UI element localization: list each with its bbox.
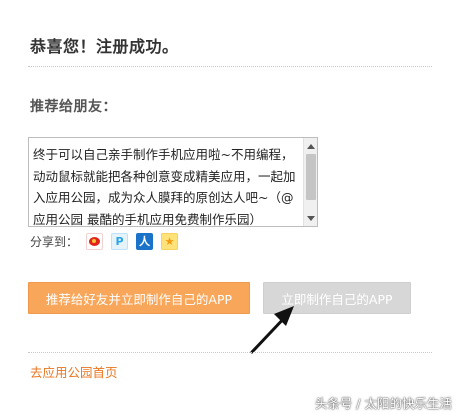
home-link[interactable]: 去应用公园首页 [30,362,118,381]
renren-icon[interactable]: 人 [136,232,154,250]
page-title: 恭喜您！注册成功。 [30,37,179,56]
share-row: 分享到： P 人 ★ [30,232,186,250]
share-label: 分享到： [30,234,79,249]
scroll-up-icon[interactable] [304,140,317,152]
recommend-title: 推荐给朋友： [30,99,117,115]
share-message-textarea[interactable]: 终于可以自己亲手制作手机应用啦~不用编程，动动鼠标就能把各种创意变成精美应用，一… [28,137,318,227]
top-divider [28,66,432,67]
weibo-icon[interactable] [86,232,104,250]
bottom-divider [28,352,432,353]
recommend-and-create-button[interactable]: 推荐给好友并立即制作自己的APP [28,282,250,314]
p-icon[interactable]: P [111,232,129,250]
scroll-down-icon[interactable] [304,212,317,224]
star-icon[interactable]: ★ [161,232,179,250]
pointer-arrow-icon [250,306,294,354]
scroll-thumb[interactable] [306,154,316,200]
textarea-scrollbar[interactable] [303,138,317,226]
watermark: 头条号 / 太阳的快乐生活 [314,396,452,411]
share-message-text: 终于可以自己亲手制作手机应用啦~不用编程，动动鼠标就能把各种创意变成精美应用，一… [33,147,296,227]
